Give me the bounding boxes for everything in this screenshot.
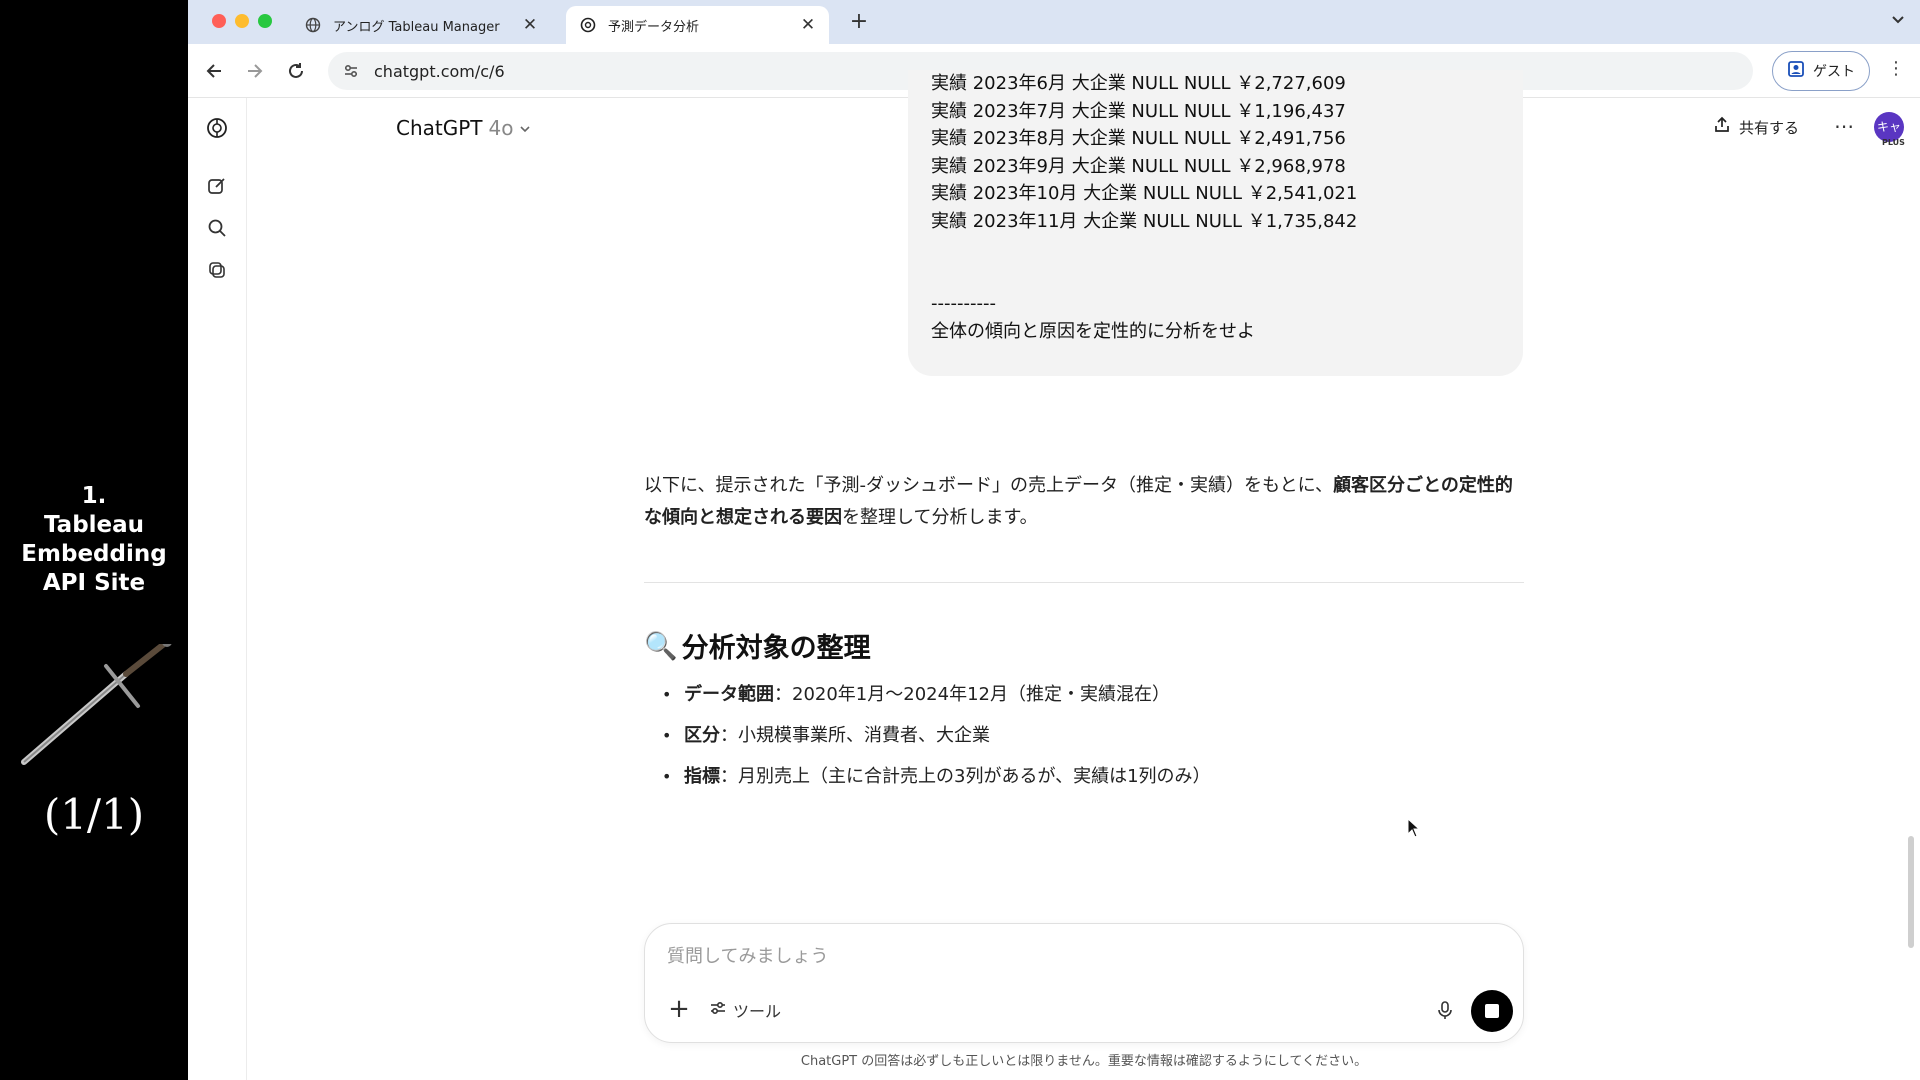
tab-title: 予測データ分析 bbox=[608, 19, 700, 35]
share-label: 共有する bbox=[1739, 118, 1800, 137]
list-item: • 指標：月別売上（主に合計売上の3列があるが、実績は1列のみ） bbox=[662, 760, 1522, 801]
close-tab-icon[interactable]: ✕ bbox=[795, 15, 821, 35]
maximize-window-button[interactable] bbox=[258, 14, 272, 28]
profile-button[interactable]: ゲスト bbox=[1772, 51, 1870, 91]
openai-logo-icon[interactable] bbox=[205, 116, 229, 140]
back-button[interactable] bbox=[200, 57, 228, 85]
section-heading: 🔍 分析対象の整理 bbox=[644, 626, 871, 665]
browser-window: アンログ Tableau Manager ✕ 予測データ分析 ✕ + chatg… bbox=[188, 0, 1920, 1080]
browser-menu-icon[interactable]: ⋮ bbox=[1886, 58, 1906, 84]
tab-bar: アンログ Tableau Manager ✕ 予測データ分析 ✕ + bbox=[188, 0, 1920, 44]
user-message-line: 全体の傾向と原因を定性的に分析をせよ bbox=[931, 320, 1255, 342]
slide-counter: (1/1) bbox=[43, 790, 145, 839]
mouse-cursor-icon bbox=[1407, 818, 1421, 838]
bullet-dot: • bbox=[662, 685, 672, 704]
disclaimer-text: ChatGPT の回答は必ずしも正しいとは限りません。重要な情報は確認するように… bbox=[800, 1054, 1368, 1069]
bullet-text: ：月別売上（主に合計売上の3列があるが、実績は1列のみ） bbox=[720, 766, 1211, 787]
more-options-icon[interactable]: ⋯ bbox=[1834, 114, 1854, 138]
user-message-line: 実績 2023年11月 大企業 NULL NULL ￥1,735,842 bbox=[931, 210, 1358, 232]
bullet-dot: • bbox=[662, 767, 672, 786]
stop-generating-button[interactable] bbox=[1471, 990, 1513, 1032]
app-sidebar bbox=[188, 98, 247, 1080]
reload-button[interactable] bbox=[282, 57, 310, 85]
intro-text: を整理して分析します。 bbox=[842, 507, 1038, 528]
stop-icon bbox=[1485, 1004, 1499, 1018]
openai-logo-icon bbox=[580, 17, 596, 33]
share-button[interactable]: 共有する bbox=[1713, 116, 1799, 138]
divider bbox=[644, 582, 1524, 583]
user-message-bubble: 実績 2023年6月 大企業 NULL NULL ￥2,727,609 実績 2… bbox=[908, 70, 1523, 376]
url-text: chatgpt.com/c/6 bbox=[374, 61, 505, 81]
user-message-line bbox=[931, 263, 1523, 291]
new-tab-button[interactable]: + bbox=[844, 8, 874, 38]
tools-button[interactable]: ツール bbox=[709, 998, 781, 1022]
user-message-line: 実績 2023年9月 大企業 NULL NULL ￥2,968,978 bbox=[931, 155, 1346, 177]
prompt-input[interactable] bbox=[667, 946, 1487, 967]
tab-search-chevron-icon[interactable] bbox=[1886, 10, 1910, 34]
search-icon[interactable] bbox=[205, 216, 229, 240]
assistant-message: 以下に、提示された「予測-ダッシュボード」の売上データ（推定・実績）をもとに、顧… bbox=[644, 470, 1524, 534]
tab-title: アンログ Tableau Manager bbox=[333, 19, 500, 35]
tools-label: ツール bbox=[733, 1002, 782, 1021]
message-composer: + ツール bbox=[644, 923, 1524, 1043]
user-message-line: ---------- bbox=[931, 293, 996, 314]
tab-forecast-analysis[interactable]: 予測データ分析 ✕ bbox=[566, 6, 829, 44]
user-message-line: 実績 2023年10月 大企業 NULL NULL ￥2,541,021 bbox=[931, 183, 1358, 204]
site-settings-icon[interactable] bbox=[342, 62, 364, 80]
overlay-title-line: API Site bbox=[42, 570, 146, 596]
list-item: • 区分：小規模事業所、消費者、大企業 bbox=[662, 719, 1522, 760]
overlay-title-line: 1. bbox=[81, 483, 107, 509]
microphone-icon[interactable] bbox=[1433, 998, 1457, 1022]
video-overlay-panel: 1. Tableau Embedding API Site (1/1) bbox=[0, 0, 188, 1080]
answer-intro: 以下に、提示された「予測-ダッシュボード」の売上データ（推定・実績）をもとに、顧… bbox=[644, 470, 1524, 534]
model-version: 4o bbox=[488, 116, 514, 140]
sword-icon bbox=[21, 644, 172, 765]
overlay-title-line: Embedding bbox=[21, 541, 167, 567]
overlay-title: 1. Tableau Embedding API Site bbox=[0, 482, 188, 598]
bullet-label: 区分 bbox=[684, 725, 720, 746]
intro-text: 以下に、提示された「予測-ダッシュボード」の売上データ（推定・実績）をもとに、 bbox=[644, 475, 1334, 496]
share-icon bbox=[1713, 116, 1731, 138]
section-title: 分析対象の整理 bbox=[681, 633, 871, 664]
bullet-list: • データ範囲：2020年1月〜2024年12月（推定・実績混在） • 区分：小… bbox=[662, 678, 1522, 801]
forward-button[interactable] bbox=[241, 57, 269, 85]
globe-icon bbox=[305, 17, 321, 33]
close-tab-icon[interactable]: ✕ bbox=[517, 15, 543, 35]
close-window-button[interactable] bbox=[212, 14, 226, 28]
user-message-line bbox=[931, 235, 1523, 263]
profile-icon bbox=[1787, 60, 1805, 82]
plan-badge: PLUS bbox=[1882, 138, 1905, 147]
profile-label: ゲスト bbox=[1813, 64, 1855, 80]
scrollbar-thumb[interactable] bbox=[1908, 836, 1914, 948]
user-message-line: 実績 2023年8月 大企業 NULL NULL ￥2,491,756 bbox=[931, 128, 1346, 149]
library-icon[interactable] bbox=[205, 258, 229, 282]
attach-plus-button[interactable]: + bbox=[665, 996, 693, 1024]
bullet-dot: • bbox=[662, 726, 672, 745]
bullet-text: ：2020年1月〜2024年12月（推定・実績混在） bbox=[774, 684, 1170, 705]
overlay-title-line: Tableau bbox=[43, 512, 145, 538]
bullet-label: データ範囲 bbox=[684, 684, 774, 705]
user-message-line: 実績 2023年7月 大企業 NULL NULL ￥1,196,437 bbox=[931, 100, 1346, 122]
list-item: • データ範囲：2020年1月〜2024年12月（推定・実績混在） bbox=[662, 678, 1522, 719]
bullet-label: 指標 bbox=[684, 766, 720, 787]
chevron-down-icon bbox=[519, 116, 531, 140]
minimize-window-button[interactable] bbox=[235, 14, 249, 28]
sliders-icon bbox=[709, 999, 727, 1021]
new-chat-icon[interactable] bbox=[205, 174, 229, 198]
magnifier-icon: 🔍 bbox=[644, 630, 678, 662]
bullet-text: ：小規模事業所、消費者、大企業 bbox=[720, 725, 990, 746]
user-message-line: 実績 2023年6月 大企業 NULL NULL ￥2,727,609 bbox=[931, 73, 1346, 94]
model-switcher[interactable]: ChatGPT 4o bbox=[396, 116, 531, 140]
model-name: ChatGPT bbox=[396, 116, 483, 140]
